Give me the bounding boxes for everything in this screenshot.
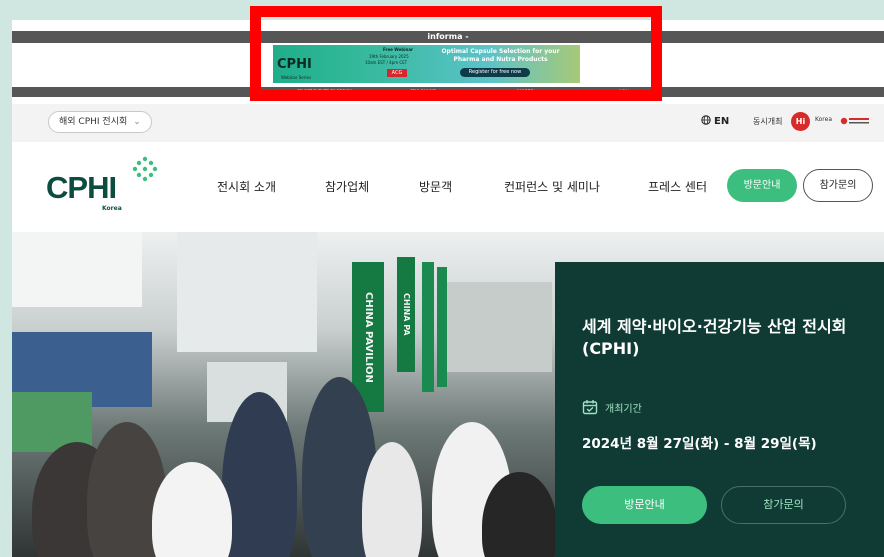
cphi-logo[interactable]: CPHI	[46, 170, 117, 206]
language-switch[interactable]: EN	[701, 115, 729, 127]
china-pavilion-banner-2: CHINA PA	[397, 257, 415, 372]
partner-logo-icon[interactable]	[840, 114, 870, 128]
region-select[interactable]: 해외 CPHI 전시회 ⌄	[48, 111, 152, 133]
hi-korea-label: Korea	[815, 116, 833, 123]
event-dates: 2024년 8월 27일(화) - 8월 29일(목)	[582, 436, 817, 452]
globe-icon	[701, 115, 711, 125]
chevron-down-icon: ⌄	[133, 117, 141, 127]
highlight-box	[250, 6, 662, 101]
nav-item-about[interactable]: 전시회 소개	[217, 178, 276, 195]
language-label: EN	[714, 116, 730, 127]
cphi-dots-icon	[132, 156, 158, 182]
event-period-label: 개최기간	[605, 404, 642, 415]
nav-item-visitors[interactable]: 방문객	[419, 178, 452, 195]
hero-section: CHINA PAVILION CHINA PA 세계 제약·바이오·건강기능 산…	[12, 232, 884, 557]
utility-bar: 해외 CPHI 전시회 ⌄ EN 동시개최 Hi Korea	[12, 104, 884, 142]
panel-visit-guide-button[interactable]: 방문안내	[582, 486, 707, 524]
visit-guide-button[interactable]: 방문안내	[727, 169, 797, 202]
calendar-icon	[582, 400, 598, 415]
nav-item-press[interactable]: 프레스 센터	[648, 178, 707, 195]
cphi-logo-sub: Korea	[102, 205, 122, 212]
event-title: 세계 제약·바이오·건강기능 산업 전시회(CPHI)	[582, 317, 847, 358]
hi-korea-logo[interactable]: Hi	[791, 112, 810, 131]
nav-item-conference[interactable]: 컨퍼런스 및 세미나	[504, 178, 600, 195]
exhibit-inquiry-button[interactable]: 참가문의	[803, 169, 873, 202]
event-info-panel: 세계 제약·바이오·건강기능 산업 전시회(CPHI) 개최기간 2024년 8…	[555, 262, 884, 557]
main-header: CPHI Korea 전시회 소개 참가업체 방문객 컨퍼런스 및 세미나 프레…	[12, 142, 884, 232]
region-select-label: 해외 CPHI 전시회	[59, 117, 128, 127]
nav-item-exhibitors[interactable]: 참가업체	[325, 178, 369, 195]
cohost-label: 동시개최	[753, 117, 783, 126]
panel-exhibit-inquiry-button[interactable]: 참가문의	[721, 486, 846, 524]
